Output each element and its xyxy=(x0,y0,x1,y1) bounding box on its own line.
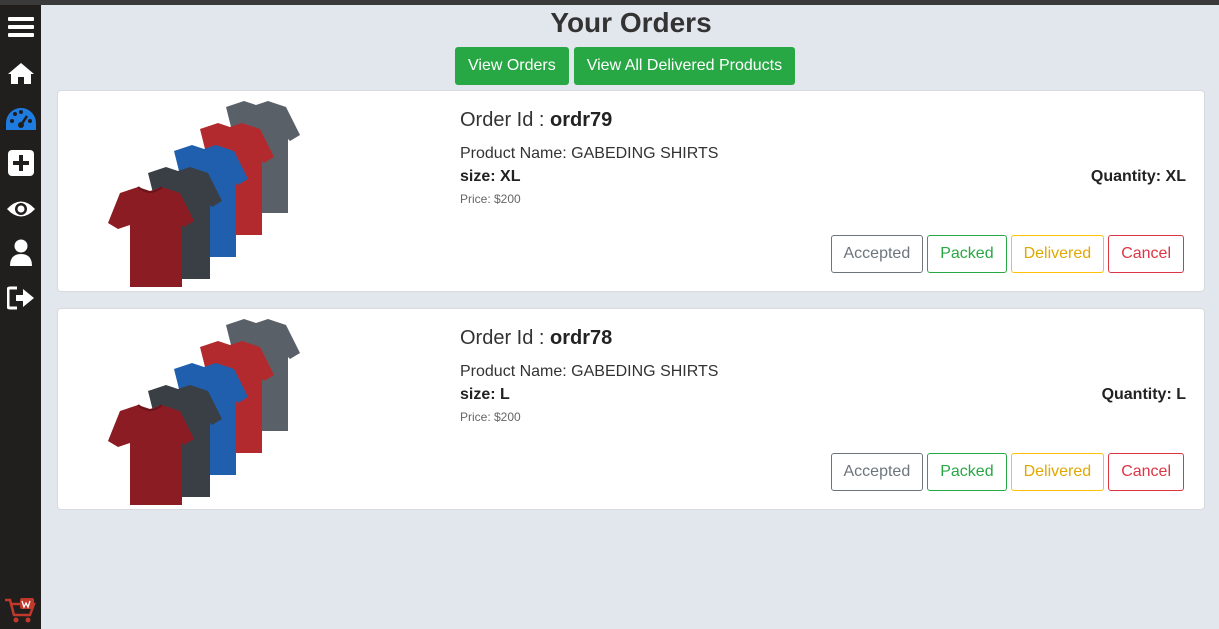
delivered-button[interactable]: Delivered xyxy=(1010,453,1105,491)
order-card: Order Id : ordr79 Product Name: GABEDING… xyxy=(57,90,1205,292)
order-id-label: Order Id : xyxy=(460,327,551,349)
order-id: Order Id : ordr79 xyxy=(460,109,1186,132)
price-label: Price: $200 xyxy=(460,410,521,424)
order-info: Order Id : ordr78 Product Name: GABEDING… xyxy=(460,327,1186,424)
cancel-button[interactable]: Cancel xyxy=(1108,453,1184,491)
product-image xyxy=(108,319,300,505)
quantity-label: Quantity: XL xyxy=(1090,168,1186,185)
accepted-button[interactable]: Accepted xyxy=(830,235,924,273)
home-icon[interactable] xyxy=(5,57,37,89)
page-title: Your Orders xyxy=(550,7,712,38)
product-name: Product Name: GABEDING SHIRTS xyxy=(460,363,719,380)
accepted-button[interactable]: Accepted xyxy=(830,453,924,491)
size-label: size: XL xyxy=(460,168,521,185)
order-info: Order Id : ordr79 Product Name: GABEDING… xyxy=(460,109,1186,206)
order-id-value: ordr78 xyxy=(550,327,613,349)
order-actions: View Orders View All Delivered Products xyxy=(455,47,796,85)
dashboard-icon[interactable] xyxy=(5,103,37,135)
cancel-button[interactable]: Cancel xyxy=(1108,235,1184,273)
order-id: Order Id : ordr78 xyxy=(460,327,1186,350)
delivered-button[interactable]: Delivered xyxy=(1010,235,1105,273)
price-label: Price: $200 xyxy=(460,192,521,206)
size-label: size: L xyxy=(460,386,510,403)
cart-logo[interactable] xyxy=(4,597,38,625)
view-delivered-products-button[interactable]: View All Delivered Products xyxy=(573,47,796,85)
product-name: Product Name: GABEDING SHIRTS xyxy=(460,145,719,162)
view-orders-button[interactable]: View Orders xyxy=(455,47,569,85)
order-card: Order Id : ordr78 Product Name: GABEDING… xyxy=(57,308,1205,510)
product-image xyxy=(108,101,300,287)
status-buttons: Accepted Packed Delivered Cancel xyxy=(830,453,1184,491)
sidebar xyxy=(0,5,41,629)
order-id-label: Order Id : xyxy=(460,109,551,131)
add-icon[interactable] xyxy=(5,147,37,179)
menu-icon[interactable] xyxy=(5,11,37,43)
main-content: Your Orders View Orders View All Deliver… xyxy=(41,5,1219,629)
packed-button[interactable]: Packed xyxy=(927,235,1007,273)
eye-icon[interactable] xyxy=(5,193,37,225)
quantity-label: Quantity: L xyxy=(1101,386,1186,403)
order-id-value: ordr79 xyxy=(550,109,613,131)
user-icon[interactable] xyxy=(5,237,37,269)
packed-button[interactable]: Packed xyxy=(927,453,1007,491)
status-buttons: Accepted Packed Delivered Cancel xyxy=(830,235,1184,273)
logout-icon[interactable] xyxy=(5,282,37,314)
